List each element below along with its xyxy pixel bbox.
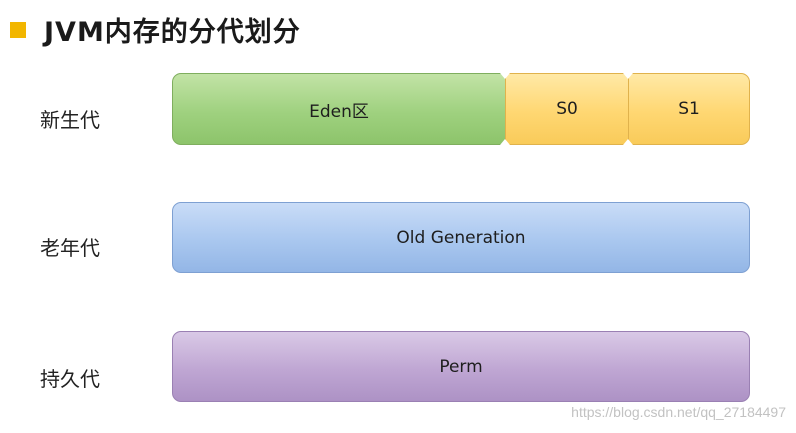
title-bullet-icon bbox=[10, 21, 26, 38]
perm-text: Perm bbox=[439, 356, 483, 377]
perm-block: Perm bbox=[172, 331, 750, 402]
eden-block: Eden区 bbox=[172, 73, 506, 145]
s0-label: S0 bbox=[556, 99, 578, 119]
old-generation-text: Old Generation bbox=[396, 227, 526, 248]
young-generation-label: 新生代 bbox=[40, 108, 100, 132]
title-text: JVM内存的分代划分 bbox=[44, 17, 301, 48]
watermark: https://blog.csdn.net/qq_27184497 bbox=[571, 404, 786, 420]
slide: JVM内存的分代划分 新生代 Eden区 S0 S1 老年代 Old Gener… bbox=[0, 0, 796, 433]
survivor-s0-block: S0 bbox=[505, 73, 629, 145]
s1-label: S1 bbox=[678, 99, 700, 119]
slide-title: JVM内存的分代划分 bbox=[10, 10, 301, 49]
old-generation-label: 老年代 bbox=[40, 236, 100, 260]
eden-label: Eden区 bbox=[309, 101, 369, 122]
survivor-s1-block: S1 bbox=[628, 73, 750, 145]
old-generation-block: Old Generation bbox=[172, 202, 750, 273]
eden-s0-bottom-notch bbox=[500, 139, 510, 145]
s0-s1-top-notch bbox=[623, 73, 633, 79]
perm-generation-label: 持久代 bbox=[40, 367, 100, 391]
s0-s1-bottom-notch bbox=[623, 139, 633, 145]
eden-s0-top-notch bbox=[500, 73, 510, 79]
